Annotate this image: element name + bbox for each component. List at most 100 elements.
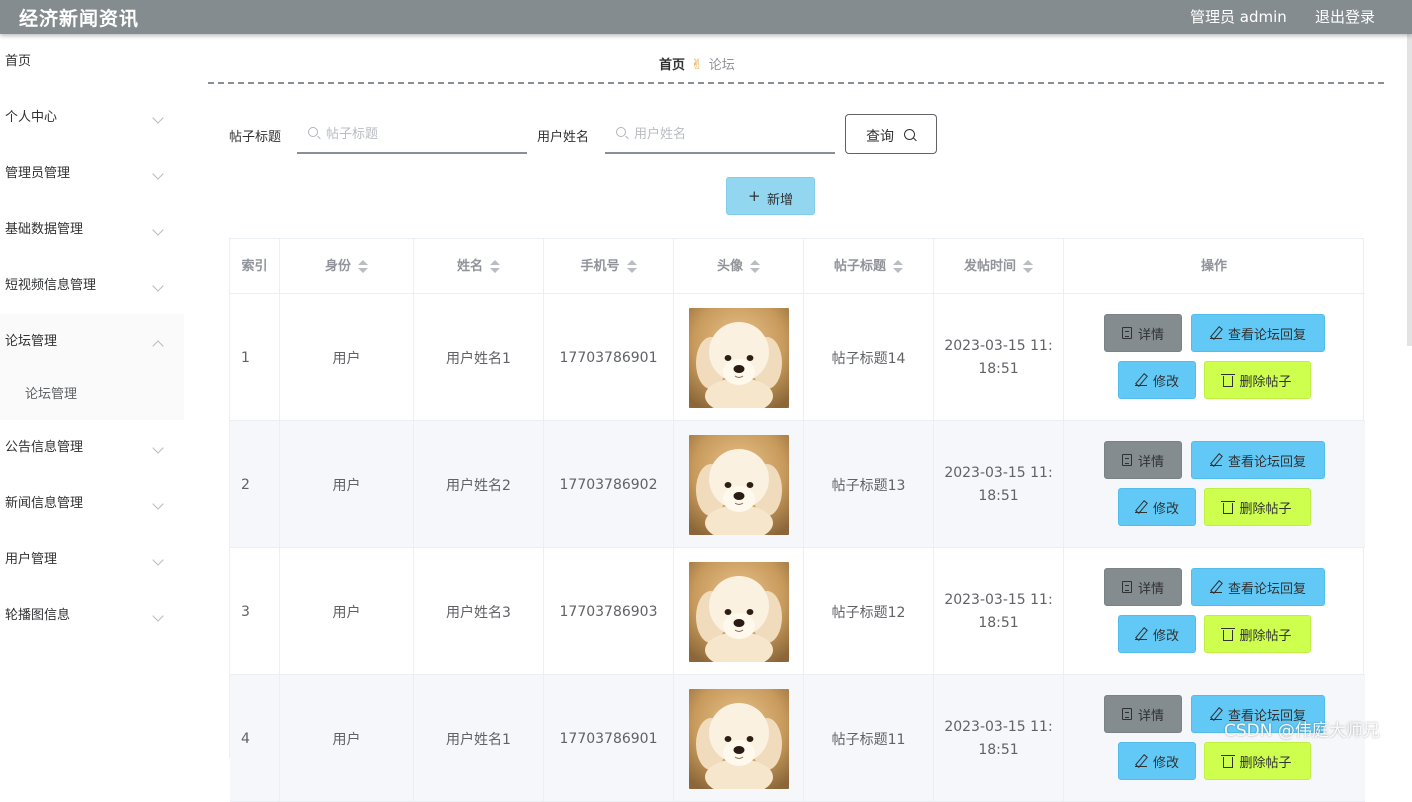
puppy-avatar-image[interactable] [688,307,789,408]
cell-role: 用户 [280,548,414,675]
sort-icon[interactable] [490,259,500,274]
sidebar-item-admin-management[interactable]: 管理员管理 [0,146,184,202]
view-replies-button[interactable]: 查看论坛回复 [1191,441,1325,479]
detail-button[interactable]: 详情 [1104,314,1182,352]
post-time-date: 2023-03-15 11: [944,718,1053,735]
detail-button[interactable]: 详情 [1104,441,1182,479]
cell-post-title: 帖子标题12 [804,548,934,675]
view-replies-button[interactable]: 查看论坛回复 [1191,568,1325,606]
cell-index: 2 [230,421,280,548]
puppy-avatar-svg [688,561,789,662]
cell-name: 用户姓名3 [414,548,544,675]
delete-post-button-label: 删除帖子 [1239,374,1292,390]
cell-phone: 17703786901 [544,675,674,802]
logout-link[interactable]: 退出登录 [1315,6,1375,27]
view-replies-button-label: 查看论坛回复 [1227,454,1306,470]
hand-pointer-icon: ✌ [691,57,703,73]
edit-button[interactable]: 修改 [1118,742,1196,780]
puppy-avatar-image[interactable] [688,688,789,789]
column-label: 发帖时间 [963,259,1016,274]
scrollbar[interactable] [1407,34,1412,346]
delete-post-button[interactable]: 删除帖子 [1204,488,1311,526]
edit-icon [1134,374,1147,386]
cell-post-title: 帖子标题13 [804,421,934,548]
sort-icon[interactable] [1023,259,1033,274]
sidebar-item-carousel[interactable]: 轮播图信息 [0,588,184,644]
search-icon [616,127,626,137]
cell-avatar [674,675,804,802]
breadcrumb-home[interactable]: 首页 [659,58,685,73]
sidebar-subitem-label: 论坛管理 [25,387,78,402]
add-button[interactable]: + 新增 [726,177,815,215]
delete-post-button[interactable]: 删除帖子 [1204,742,1311,780]
edit-icon [1134,755,1147,767]
sidebar-item-short-video[interactable]: 短视频信息管理 [0,258,184,314]
cell-actions: 详情 查看论坛回复 修改 删除帖子 [1064,294,1364,421]
sidebar-item-personal-center[interactable]: 个人中心 [0,90,184,146]
user-name-input[interactable] [634,124,814,144]
view-replies-button[interactable]: 查看论坛回复 [1191,314,1325,352]
cell-phone: 17703786903 [544,548,674,675]
sidebar-item-label: 新闻信息管理 [5,496,84,511]
sidebar-item-news[interactable]: 新闻信息管理 [0,476,184,532]
top-bar: 经济新闻资讯 管理员 admin 退出登录 [0,0,1412,34]
column-header-phone[interactable]: 手机号 [544,239,674,294]
detail-button-label: 详情 [1137,581,1164,597]
post-title-input[interactable] [326,124,506,144]
view-replies-button-label: 查看论坛回复 [1227,581,1306,597]
delete-post-button[interactable]: 删除帖子 [1204,615,1311,653]
post-time-date: 2023-03-15 11: [944,464,1053,481]
document-icon [1121,327,1132,339]
sort-icon[interactable] [750,259,760,274]
sort-icon[interactable] [893,259,903,274]
chevron-down-icon [152,224,164,236]
edit-button[interactable]: 修改 [1118,615,1196,653]
sidebar-subitem-forum-management[interactable]: 论坛管理 [0,370,184,420]
edit-icon [1134,501,1147,513]
sort-icon[interactable] [358,259,368,274]
column-label: 帖子标题 [833,259,886,274]
edit-button[interactable]: 修改 [1118,361,1196,399]
cell-phone: 17703786902 [544,421,674,548]
delete-post-button[interactable]: 删除帖子 [1204,361,1311,399]
puppy-avatar-svg [688,688,789,789]
search-icon [904,129,915,140]
sidebar-item-announcement[interactable]: 公告信息管理 [0,420,184,476]
sidebar: 首页 个人中心 管理员管理 基础数据管理 短视频信息管理 论坛管理 论坛管理 公… [0,34,184,746]
table-row: 3 用户 用户姓名3 17703786903 帖子标题12 2023-03-15… [230,548,1365,675]
cell-name: 用户姓名1 [414,294,544,421]
sidebar-item-home[interactable]: 首页 [0,34,184,90]
edit-icon [1209,581,1222,593]
table-header: 索引 身份 姓名 手机号 头像 帖子标题 发帖时间 操作 [230,239,1365,294]
sort-icon[interactable] [626,259,637,274]
edit-button[interactable]: 修改 [1118,488,1196,526]
column-header-post-title[interactable]: 帖子标题 [804,239,934,294]
sidebar-item-label: 首页 [5,54,32,69]
trash-icon [1221,754,1236,768]
column-header-name[interactable]: 姓名 [414,239,544,294]
delete-post-button-label: 删除帖子 [1239,628,1292,644]
delete-post-button-label: 删除帖子 [1239,755,1292,771]
column-header-avatar[interactable]: 头像 [674,239,804,294]
cell-actions: 详情 查看论坛回复 修改 删除帖子 [1064,421,1364,548]
cell-role: 用户 [280,675,414,802]
query-button[interactable]: 查询 [845,114,937,154]
sidebar-item-users[interactable]: 用户管理 [0,532,184,588]
cell-avatar [674,421,804,548]
puppy-avatar-image[interactable] [688,434,789,535]
puppy-avatar-svg [688,434,789,535]
puppy-avatar-image[interactable] [688,561,789,662]
sidebar-item-label: 个人中心 [5,110,58,125]
column-header-post-time[interactable]: 发帖时间 [934,239,1064,294]
sidebar-item-basic-data[interactable]: 基础数据管理 [0,202,184,258]
detail-button[interactable]: 详情 [1104,568,1182,606]
column-header-role[interactable]: 身份 [280,239,414,294]
app-title: 经济新闻资讯 [19,8,140,30]
sidebar-item-forum[interactable]: 论坛管理 [0,314,184,370]
post-time-clock: 18:51 [978,614,1019,631]
sidebar-item-label: 短视频信息管理 [5,278,97,293]
column-label: 姓名 [456,259,483,274]
action-buttons: 详情 查看论坛回复 修改 删除帖子 [1064,294,1364,421]
detail-button[interactable]: 详情 [1104,695,1182,733]
action-buttons: 详情 查看论坛回复 修改 删除帖子 [1064,548,1364,675]
